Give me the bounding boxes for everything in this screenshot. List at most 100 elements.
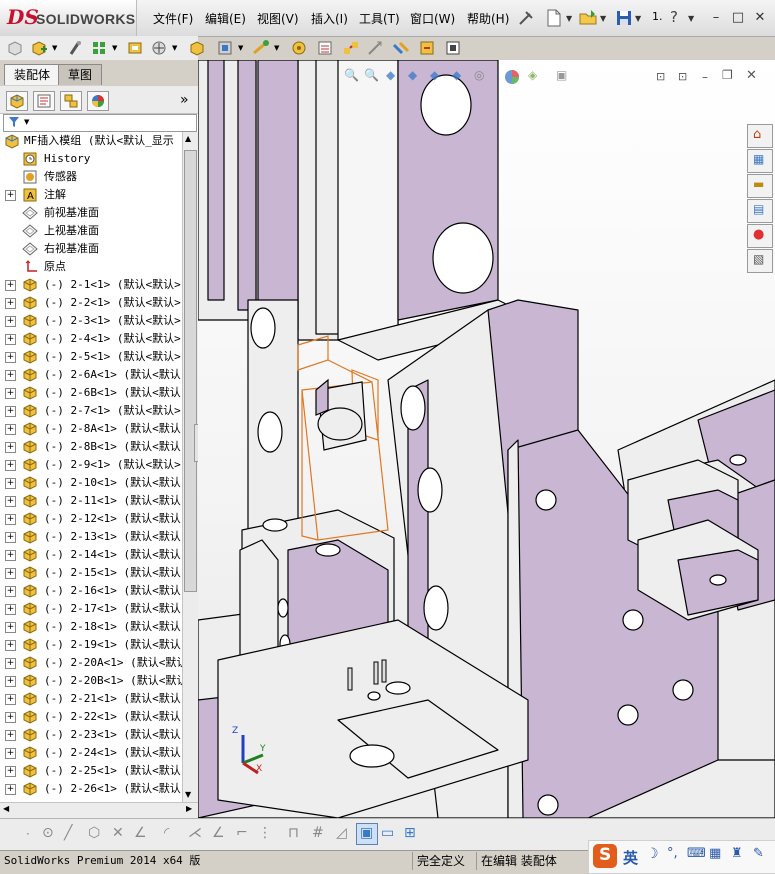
pin-icon[interactable] [516, 8, 536, 28]
mate-icon[interactable] [66, 39, 84, 57]
viewport-minimize-icon[interactable]: – [702, 70, 708, 84]
expand-toggle-icon[interactable]: + [5, 514, 16, 525]
viewport-close-icon[interactable]: ✕ [746, 68, 757, 83]
ime-punctuation-icon[interactable]: °, [667, 846, 678, 861]
tree-item-component[interactable]: + (-) 2-3<1> (默认<默认> [0, 312, 182, 330]
menu-insert[interactable]: 插入(I) [308, 9, 351, 28]
graphics-viewport[interactable]: 🔍 🔍 ◆ ◆ ◆ ◆ ◎ ◈ ▣ ⊡ ⊡ – ❐ ✕ Z Y X [198, 60, 775, 818]
expand-toggle-icon[interactable]: + [5, 784, 16, 795]
help-question-icon[interactable]: ? [670, 8, 678, 26]
tree-item-plane[interactable]: 前视基准面 [0, 204, 182, 222]
linear-pattern-icon[interactable] [90, 39, 108, 57]
insert-dropdown-icon[interactable]: ▼ [52, 44, 57, 52]
expand-toggle-icon[interactable]: + [5, 640, 16, 651]
save-icon[interactable] [614, 8, 634, 28]
tree-item-component[interactable]: + (-) 2-7<1> (默认<默认> [0, 402, 182, 420]
view-settings-icon[interactable]: ▣ [556, 68, 567, 82]
smart-fastener-icon[interactable] [126, 39, 144, 57]
zoom-area-icon[interactable]: 🔍 [364, 68, 379, 82]
show-hidden-icon[interactable] [188, 39, 206, 57]
mirror-icon[interactable]: ∠ [212, 825, 225, 841]
expand-toggle-icon[interactable]: + [5, 550, 16, 561]
tree-item-component[interactable]: + (-) 2-15<1> (默认<默认 [0, 564, 182, 582]
tree-horizontal-scrollbar[interactable] [0, 802, 198, 818]
tree-item-origin[interactable]: 原点 [0, 258, 182, 276]
zoom-to-fit-icon[interactable]: 🔍 [344, 68, 359, 82]
menu-file[interactable]: 文件(F) [150, 9, 196, 28]
tree-item-component[interactable]: + (-) 2-4<1> (默认<默认> [0, 330, 182, 348]
polygon-icon[interactable]: ⬡ [88, 825, 100, 841]
expand-panel-chevron-icon[interactable]: » [180, 92, 189, 108]
scroll-up-arrow-icon[interactable]: ▲ [185, 134, 191, 143]
tree-item-component[interactable]: + (-) 2-11<1> (默认<默认 [0, 492, 182, 510]
menu-view[interactable]: 视图(V) [254, 9, 302, 28]
expand-toggle-icon[interactable]: + [5, 568, 16, 579]
expand-toggle-icon[interactable]: + [5, 334, 16, 345]
grid-icon[interactable]: # [312, 825, 324, 841]
view-orientation-icon[interactable]: ◆ [430, 68, 439, 82]
section-view-icon[interactable]: ◆ [408, 68, 417, 82]
help-hint[interactable]: 1. [652, 10, 663, 23]
tree-item-component[interactable]: + (-) 2-24<1> (默认<默认 [0, 744, 182, 762]
viewport-tile-icon[interactable]: ⊡ [656, 70, 665, 83]
menu-help[interactable]: 帮助(H) [464, 9, 512, 28]
assembly-features-icon[interactable] [216, 39, 234, 57]
menu-tools[interactable]: 工具(T) [356, 9, 403, 28]
ime-keyboard-icon[interactable]: ⌨ [687, 846, 706, 861]
expand-toggle-icon[interactable]: + [5, 298, 16, 309]
expand-toggle-icon[interactable]: + [5, 496, 16, 507]
tree-item-sensor[interactable]: 传感器 [0, 168, 182, 186]
tree-item-component[interactable]: + (-) 2-6B<1> (默认<默认 [0, 384, 182, 402]
reference-dropdown-icon[interactable]: ▼ [274, 44, 279, 52]
move-component-icon[interactable] [150, 39, 168, 57]
tree-item-plane[interactable]: 右视基准面 [0, 240, 182, 258]
scroll-left-arrow-icon[interactable]: ◀ [3, 804, 9, 813]
expand-toggle-icon[interactable]: + [5, 370, 16, 381]
tree-item-component[interactable]: + (-) 2-22<1> (默认<默认 [0, 708, 182, 726]
exploded-view-icon[interactable] [342, 39, 360, 57]
relation-icon[interactable]: ◿ [336, 825, 347, 841]
tree-item-component[interactable]: + (-) 2-25<1> (默认<默认 [0, 762, 182, 780]
tree-item-component[interactable]: + (-) 2-19<1> (默认<默认 [0, 636, 182, 654]
point-icon[interactable]: · [26, 827, 30, 841]
dimension-icon[interactable]: ⊓ [288, 825, 299, 841]
sogou-logo-icon[interactable]: S [593, 844, 617, 868]
filter-dropdown-icon[interactable]: ▼ [24, 118, 29, 126]
menu-window[interactable]: 窗口(W) [407, 9, 458, 28]
tp-appearances[interactable]: ● [747, 224, 773, 248]
ime-halfwidth-icon[interactable]: ☽ [646, 846, 659, 862]
insert-component-icon[interactable] [30, 39, 48, 57]
previous-view-icon[interactable]: ◆ [386, 68, 395, 82]
tree-item-component[interactable]: + (-) 2-23<1> (默认<默认 [0, 726, 182, 744]
instant3d-icon[interactable] [444, 39, 462, 57]
clearance-verification-icon[interactable] [418, 39, 436, 57]
viewport-restore-icon[interactable]: ❐ [722, 68, 733, 82]
assembly-model-view[interactable] [198, 60, 775, 818]
new-motion-study-icon[interactable] [290, 39, 308, 57]
edit-component-icon[interactable] [6, 39, 24, 57]
feature-tree-tab-icon[interactable] [6, 91, 28, 111]
expand-toggle-icon[interactable]: + [5, 406, 16, 417]
expand-toggle-icon[interactable]: + [5, 730, 16, 741]
expand-toggle-icon[interactable]: + [5, 388, 16, 399]
circle-icon[interactable]: ⊙ [42, 825, 54, 841]
expand-toggle-icon[interactable]: + [5, 712, 16, 723]
tree-item-component[interactable]: + (-) 2-13<1> (默认<默认 [0, 528, 182, 546]
tree-root-assembly[interactable]: MF插入模组 (默认<默认_显示 [0, 132, 182, 150]
expand-toggle-icon[interactable]: + [5, 316, 16, 327]
tab-assembly[interactable]: 装配体 [4, 64, 61, 85]
open-dropdown-arrow-icon[interactable]: ▼ [600, 14, 606, 23]
four-view-icon[interactable]: ⊞ [404, 825, 416, 841]
features-dropdown-icon[interactable]: ▼ [238, 44, 243, 52]
expand-toggle-icon[interactable]: + [5, 352, 16, 363]
tree-item-component[interactable]: + (-) 2-2<1> (默认<默认> [0, 294, 182, 312]
close-button[interactable]: ✕ [750, 9, 770, 27]
tree-item-component[interactable]: + (-) 2-18<1> (默认<默认 [0, 618, 182, 636]
scroll-down-arrow-icon[interactable]: ▼ [185, 790, 191, 799]
expand-toggle-icon[interactable]: + [5, 478, 16, 489]
filter-funnel-icon[interactable] [8, 116, 22, 128]
single-view-icon[interactable]: ▭ [381, 825, 394, 841]
tree-filter-input[interactable] [3, 114, 197, 132]
save-dropdown-arrow-icon[interactable]: ▼ [635, 14, 641, 23]
tp-custom-properties[interactable]: ▧ [747, 249, 773, 273]
